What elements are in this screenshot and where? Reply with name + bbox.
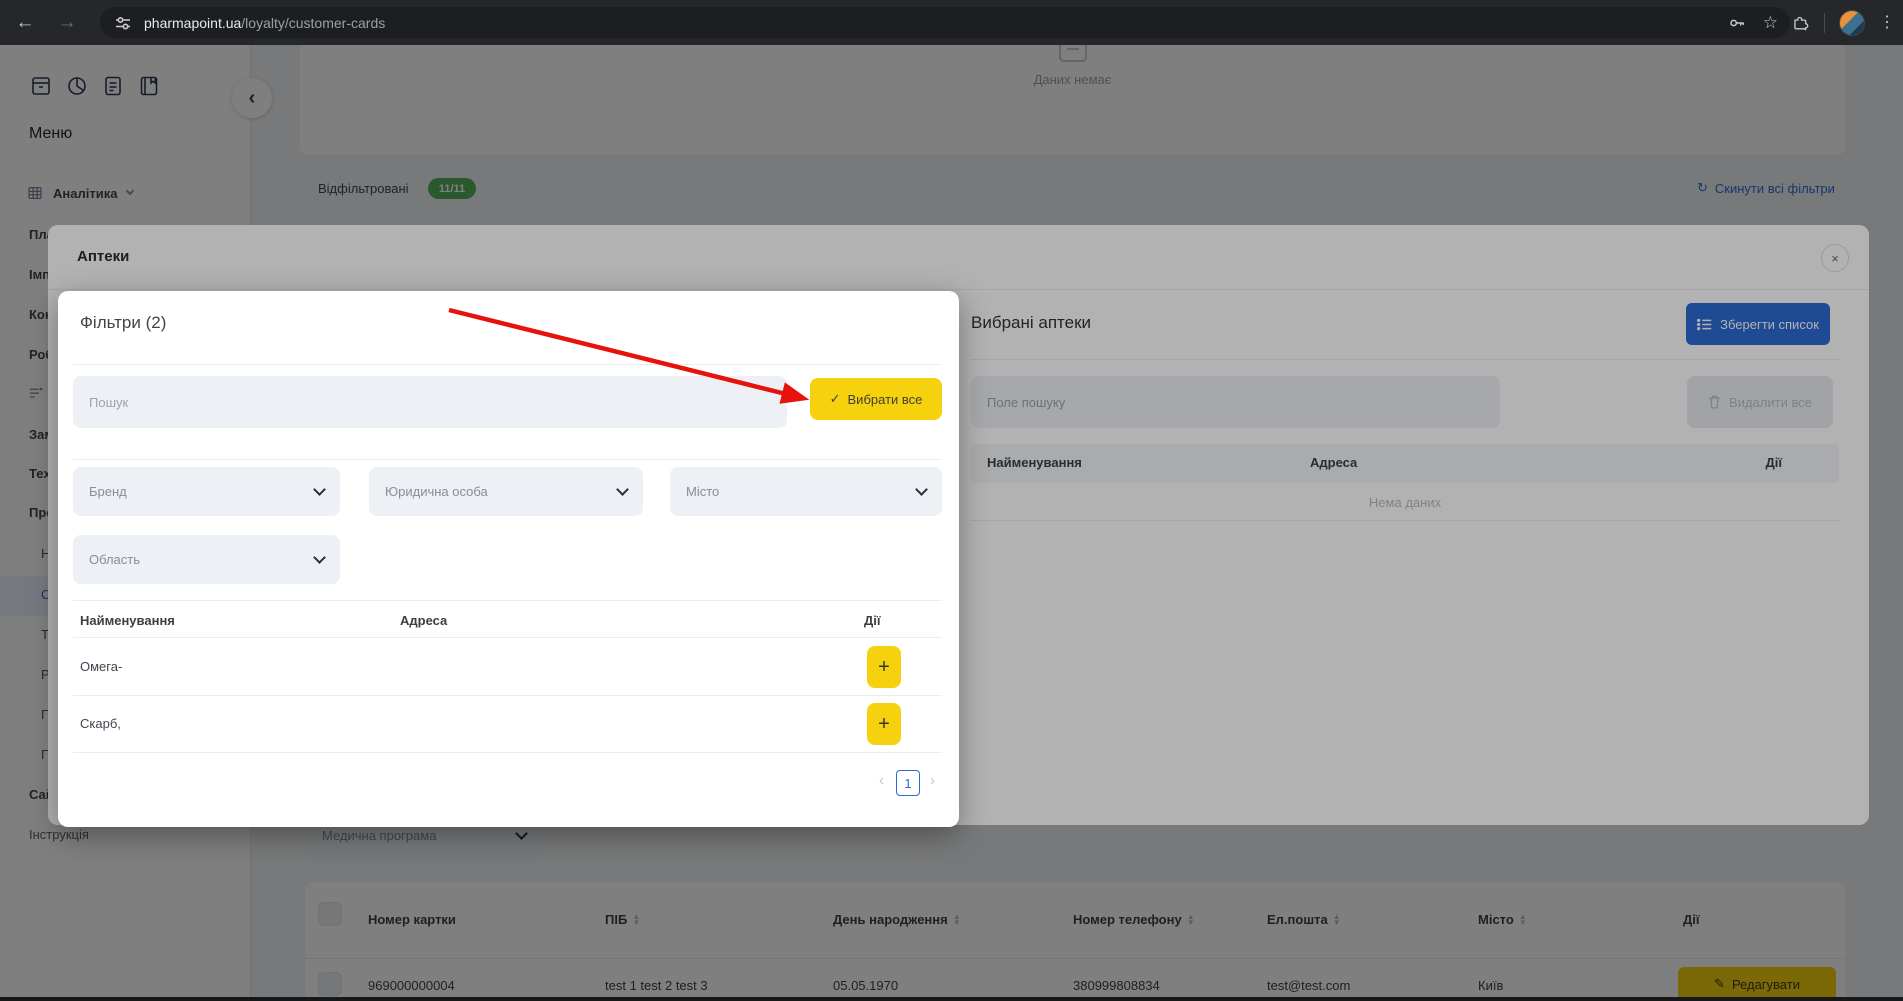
trash-icon — [1708, 395, 1721, 409]
modal-header: Аптеки × — [48, 225, 1869, 290]
add-pharmacy-button[interactable]: + — [867, 646, 901, 688]
city-select[interactable]: Місто — [670, 467, 942, 516]
selected-table-header: Найменування Адреса Дії — [971, 444, 1839, 483]
list-icon — [1697, 318, 1712, 331]
selected-search-input[interactable] — [971, 376, 1500, 428]
pagination-prev-icon[interactable]: ‹ — [879, 772, 884, 789]
pagination-next-icon[interactable]: › — [930, 772, 935, 789]
window-bottom-edge — [0, 997, 1903, 1001]
no-data-text: Нема даних — [1368, 495, 1442, 510]
pharmacies-modal: Аптеки × Вибрані аптеки Зберегти список … — [48, 225, 1869, 827]
pharmacy-search-input[interactable] — [73, 376, 787, 428]
divider — [73, 364, 942, 365]
browser-menu-icon[interactable]: ⋮ — [1879, 14, 1895, 30]
column-header: Адреса — [400, 613, 448, 628]
profile-avatar[interactable] — [1839, 9, 1865, 36]
forward-button[interactable]: → — [50, 6, 84, 40]
filters-panel: Фільтри (2) ✓ Вибрати все Бренд Юридична… — [58, 291, 959, 827]
site-info-icon[interactable] — [114, 14, 132, 32]
modal-title: Аптеки — [77, 248, 130, 265]
pagination-page-1[interactable]: 1 — [896, 770, 920, 796]
column-header: Дії — [1765, 455, 1782, 470]
bookmark-star-icon[interactable]: ☆ — [1763, 13, 1778, 33]
chevron-down-icon — [313, 551, 326, 564]
save-list-button[interactable]: Зберегти список — [1686, 303, 1830, 345]
close-icon[interactable]: × — [1821, 244, 1849, 272]
chevron-down-icon — [915, 483, 928, 496]
delete-all-button[interactable]: Видалити все — [1687, 376, 1833, 428]
row-divider — [73, 695, 942, 696]
toolbar-separator — [1824, 12, 1825, 33]
chevron-down-icon — [313, 483, 326, 496]
region-select[interactable]: Область — [73, 535, 340, 584]
check-icon: ✓ — [829, 391, 841, 406]
pharmacy-row-name: Скарб, — [80, 716, 121, 731]
url-text[interactable]: pharmapoint.ua/loyalty/customer-cards — [144, 15, 385, 31]
selected-pharmacies-title: Вибрані аптеки — [971, 313, 1092, 332]
select-all-button[interactable]: ✓ Вибрати все — [810, 378, 942, 420]
chevron-down-icon — [616, 483, 629, 496]
filters-title: Фільтри (2) — [80, 313, 167, 332]
column-header: Адреса — [1310, 455, 1358, 470]
region-select-label: Область — [89, 552, 141, 567]
city-select-label: Місто — [686, 484, 720, 499]
select-all-label: Вибрати все — [847, 391, 923, 407]
save-list-label: Зберегти список — [1720, 316, 1819, 332]
delete-all-label: Видалити все — [1729, 394, 1812, 410]
address-bar[interactable]: pharmapoint.ua/loyalty/customer-cards ☆ — [100, 7, 1790, 38]
column-header: Дії — [864, 613, 881, 628]
brand-select-label: Бренд — [89, 484, 127, 499]
divider — [971, 520, 1839, 521]
pharmacy-row-name: Омега- — [80, 659, 123, 674]
column-header: Найменування — [80, 613, 175, 628]
divider — [73, 600, 942, 601]
brand-select[interactable]: Бренд — [73, 467, 340, 516]
legal-entity-select[interactable]: Юридична особа — [369, 467, 643, 516]
column-header: Найменування — [987, 455, 1082, 470]
legal-entity-select-label: Юридична особа — [385, 484, 488, 499]
extensions-icon[interactable] — [1791, 13, 1810, 32]
divider — [73, 637, 942, 638]
row-divider — [73, 752, 942, 753]
password-key-icon[interactable] — [1727, 13, 1747, 33]
back-button[interactable]: ← — [8, 6, 42, 40]
add-pharmacy-button[interactable]: + — [867, 703, 901, 745]
browser-toolbar: ← → ↻ pharmapoint.ua/loyalty/customer-ca… — [0, 0, 1903, 45]
divider — [971, 359, 1839, 360]
divider — [73, 459, 942, 460]
